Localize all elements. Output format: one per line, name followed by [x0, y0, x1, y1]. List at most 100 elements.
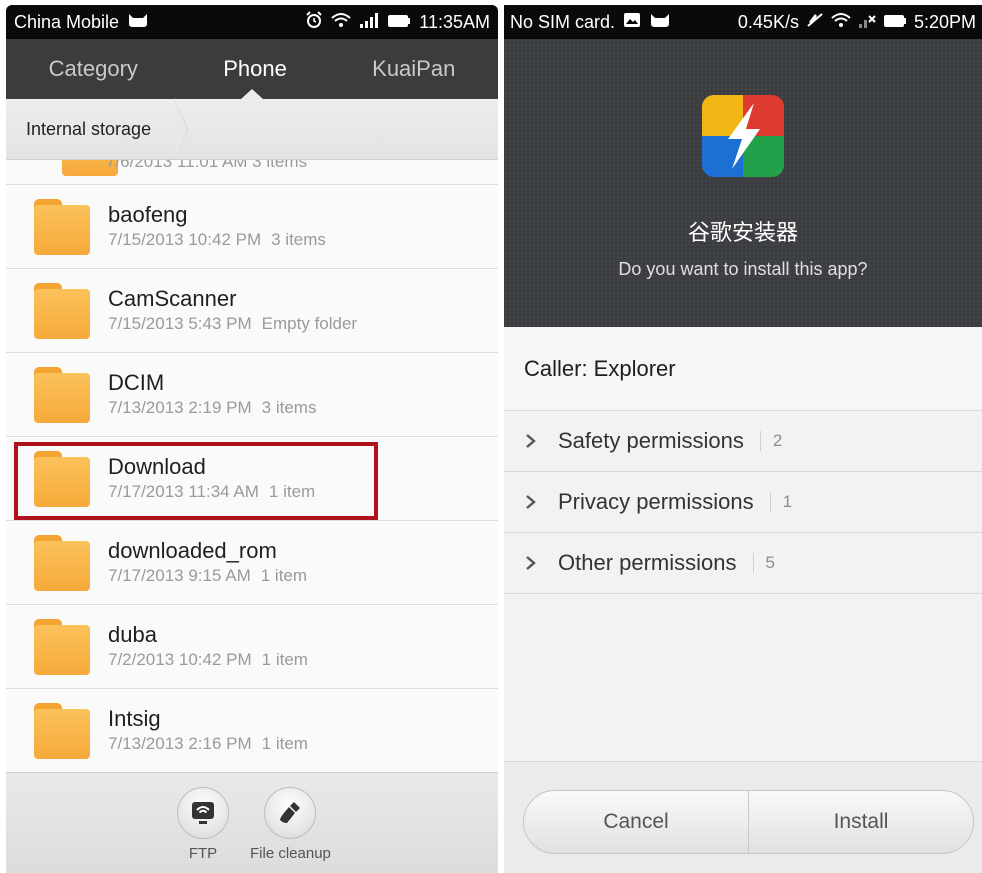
file-date: 7/13/2013 2:19 PM: [108, 397, 252, 417]
ftp-button[interactable]: FTP: [177, 787, 229, 862]
file-meta: 7/13/2013 2:19 PM 3 items: [108, 396, 316, 420]
ftp-label: FTP: [188, 845, 218, 862]
bottom-toolbar: FTP File cleanup: [6, 772, 498, 873]
file-name: DCIM: [108, 369, 165, 395]
permission-row-0[interactable]: Safety permissions 2: [504, 411, 982, 472]
file-list: 7/6/2013 11:01 AM 3 items baofeng 7/15/20…: [6, 160, 498, 772]
file-row-baofeng[interactable]: baofeng 7/15/2013 10:42 PM 3 items: [6, 185, 498, 269]
file-date: 7/2/2013 10:42 PM: [108, 649, 252, 669]
tab-phone[interactable]: Phone: [223, 56, 287, 82]
file-row-duba[interactable]: duba 7/2/2013 10:42 PM 1 item: [6, 605, 498, 689]
file-meta: 7/15/2013 5:43 PM Empty folder: [108, 312, 357, 336]
file-date: 7/15/2013 5:43 PM: [108, 313, 252, 333]
breadcrumb-internal-storage[interactable]: Internal storage: [6, 98, 189, 160]
folder-icon: [34, 450, 90, 507]
file-name: Download: [108, 453, 206, 479]
file-cleanup-button[interactable]: File cleanup: [250, 787, 331, 862]
file-text: Download 7/17/2013 11:34 AM 1 item: [108, 454, 315, 504]
file-count: 3 items: [271, 229, 326, 249]
screenshot-root: China Mobile 11:35AM Category Phone Kuai…: [0, 0, 982, 873]
file-meta: 7/17/2013 11:34 AM 1 item: [108, 480, 315, 504]
carrier-label: China Mobile: [14, 11, 120, 32]
permission-count: 2: [772, 431, 783, 450]
file-row-downloaded_rom[interactable]: downloaded_rom 7/17/2013 9:15 AM 1 item: [6, 521, 498, 605]
folder-icon: [34, 282, 90, 339]
file-name: downloaded_rom: [108, 537, 277, 563]
file-cleanup-label: File cleanup: [250, 845, 331, 862]
file-count: 1 item: [261, 733, 308, 753]
file-text: downloaded_rom 7/17/2013 9:15 AM 1 item: [108, 538, 307, 588]
cancel-button[interactable]: Cancel: [524, 791, 748, 853]
permission-label: Safety permissions: [558, 428, 744, 453]
speed-label: 0.45K/s: [737, 11, 799, 32]
folder-icon: [34, 198, 90, 255]
file-count: 3 items: [261, 397, 317, 417]
folder-icon: [34, 702, 90, 759]
file-date: 7/13/2013 2:16 PM: [108, 733, 252, 753]
file-meta: 7/2/2013 10:42 PM 1 item: [108, 648, 308, 672]
divider: [759, 431, 761, 451]
permission-count: 1: [782, 492, 793, 511]
tab-kuaipan[interactable]: KuaiPan: [372, 56, 455, 82]
install-button[interactable]: Install: [748, 791, 973, 853]
alarm-icon: [305, 10, 323, 34]
permission-list: Safety permissions 2 Privacy permissions 1 O…: [504, 411, 982, 594]
file-name: duba: [108, 621, 157, 647]
carrier-label-right: No SIM card.: [510, 11, 616, 32]
install-prompt: Do you want to install this app?: [618, 259, 868, 279]
permission-label: Other permissions: [558, 550, 737, 575]
file-date: 7/15/2013 10:42 PM: [108, 229, 262, 249]
battery-icon-right: [883, 12, 907, 33]
file-name: baofeng: [108, 201, 188, 227]
clock-label-right: 5:20PM: [913, 11, 976, 32]
file-count: 1 item: [260, 565, 308, 585]
permission-row-2[interactable]: Other permissions 5: [504, 533, 982, 594]
caller-info: Caller: Explorer: [504, 327, 982, 411]
app-name: 谷歌安装器: [687, 220, 798, 245]
file-name: Intsig: [108, 705, 161, 731]
caller-label: Caller: Explorer: [524, 355, 676, 381]
file-explorer-screen: China Mobile 11:35AM Category Phone Kuai…: [6, 5, 498, 873]
chevron-right-icon: [504, 433, 558, 449]
lightning-app-icon: [702, 95, 784, 177]
permission-count: 5: [765, 553, 775, 572]
divider: [752, 553, 754, 573]
battery-icon: [387, 12, 411, 33]
folder-icon: [34, 618, 90, 675]
status-bar: China Mobile 11:35AM: [6, 5, 498, 39]
file-text: CamScanner 7/15/2013 5:43 PM Empty folder: [108, 286, 357, 336]
file-name: CamScanner: [108, 285, 237, 311]
permission-label: Privacy permissions: [558, 489, 754, 514]
file-count: 1 item: [268, 481, 316, 501]
file-date: 7/17/2013 11:34 AM: [108, 481, 259, 501]
file-row-download[interactable]: Download 7/17/2013 11:34 AM 1 item: [6, 437, 498, 521]
divider: [769, 492, 771, 512]
permission-row-1[interactable]: Privacy permissions 1: [504, 472, 982, 533]
file-text: baofeng 7/15/2013 10:42 PM 3 items: [108, 202, 326, 252]
wifi-icon: [331, 12, 351, 33]
tab-bar: Category Phone KuaiPan: [6, 39, 498, 99]
mute-icon: [806, 12, 824, 33]
file-text: Intsig 7/13/2013 2:16 PM 1 item: [108, 706, 308, 756]
app-install-screen: No SIM card. 0.45K/s 5:20PM 谷歌安装器 Do you…: [504, 5, 982, 873]
install-action-bar: Cancel Install: [504, 761, 982, 873]
clock-label: 11:35AM: [419, 11, 490, 32]
file-row-camscanner[interactable]: CamScanner 7/15/2013 5:43 PM Empty folder: [6, 269, 498, 353]
file-row-dcim[interactable]: DCIM 7/13/2013 2:19 PM 3 items: [6, 353, 498, 437]
file-text: duba 7/2/2013 10:42 PM 1 item: [108, 622, 308, 672]
app-header: 谷歌安装器 Do you want to install this app?: [504, 39, 982, 327]
list-item-partial[interactable]: 7/6/2013 11:01 AM 3 items: [6, 160, 498, 185]
signal-icon: [359, 12, 379, 33]
cat-icon-right: [649, 12, 671, 33]
breadcrumb: Internal storage: [6, 98, 498, 160]
folder-icon: [34, 534, 90, 591]
chevron-right-icon: [504, 555, 558, 571]
folder-icon: [34, 366, 90, 423]
status-bar-right: No SIM card. 0.45K/s 5:20PM: [504, 5, 982, 39]
tab-category[interactable]: Category: [49, 56, 138, 82]
file-meta: 7/15/2013 10:42 PM 3 items: [108, 228, 326, 252]
file-count: Empty folder: [261, 313, 358, 333]
ftp-icon: [177, 787, 229, 839]
file-row-intsig[interactable]: Intsig 7/13/2013 2:16 PM 1 item: [6, 689, 498, 772]
chevron-right-icon: [504, 494, 558, 510]
